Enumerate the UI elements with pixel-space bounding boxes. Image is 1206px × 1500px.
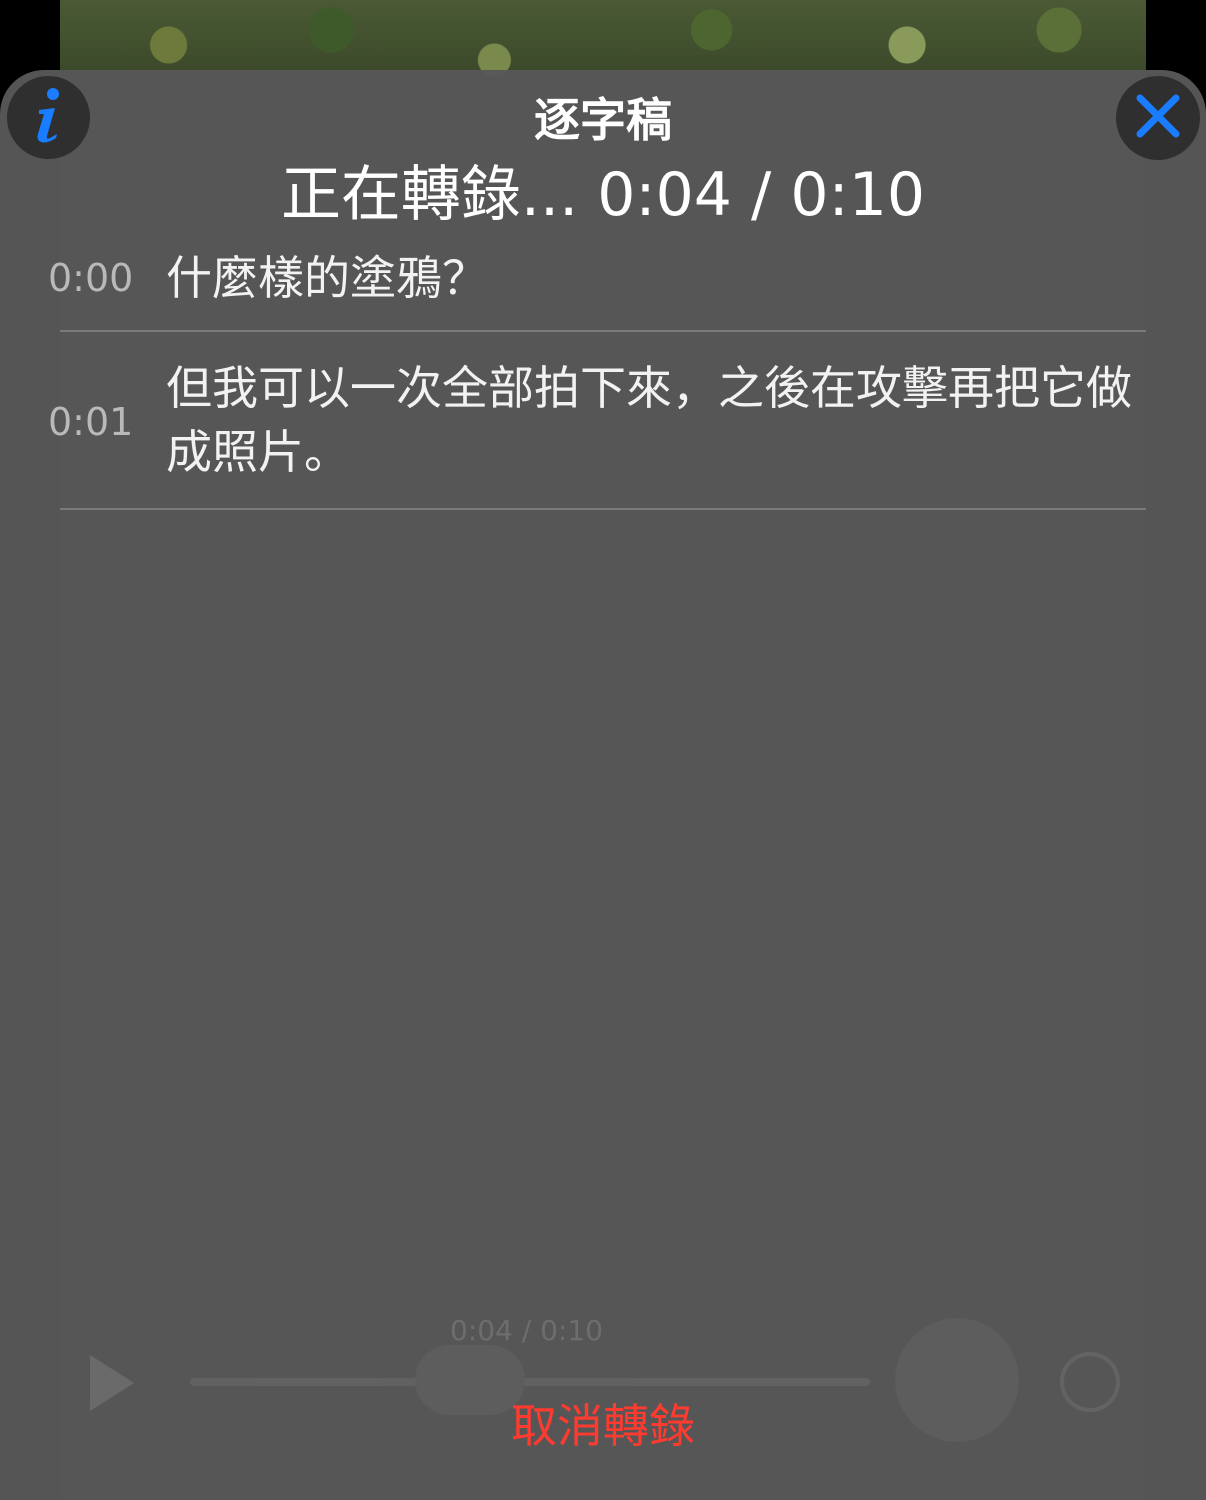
transcription-status: 正在轉錄... 0:04 / 0:10 [280,160,926,230]
transcript-text: 什麼樣的塗鴉？ [166,251,488,305]
transcript-timestamp: 0:00 [48,256,134,300]
sheet-title: 逐字稿 [534,93,672,147]
transcript-timestamp: 0:01 [48,400,134,444]
player-time-readout: 0:04 / 0:10 [450,1314,603,1347]
transcript-row[interactable]: 0:00 什麼樣的塗鴉？ [48,240,1146,332]
transcript-row[interactable]: 0:01 但我可以一次全部拍下來，之後在攻擊再把它做成照片。 [48,330,1146,510]
player-progress-bar [190,1378,870,1386]
transcript-text: 但我可以一次全部拍下來，之後在攻擊再把它做成照片。 [166,361,1132,479]
cancel-transcription-button[interactable]: 取消轉錄 [0,1390,1206,1456]
